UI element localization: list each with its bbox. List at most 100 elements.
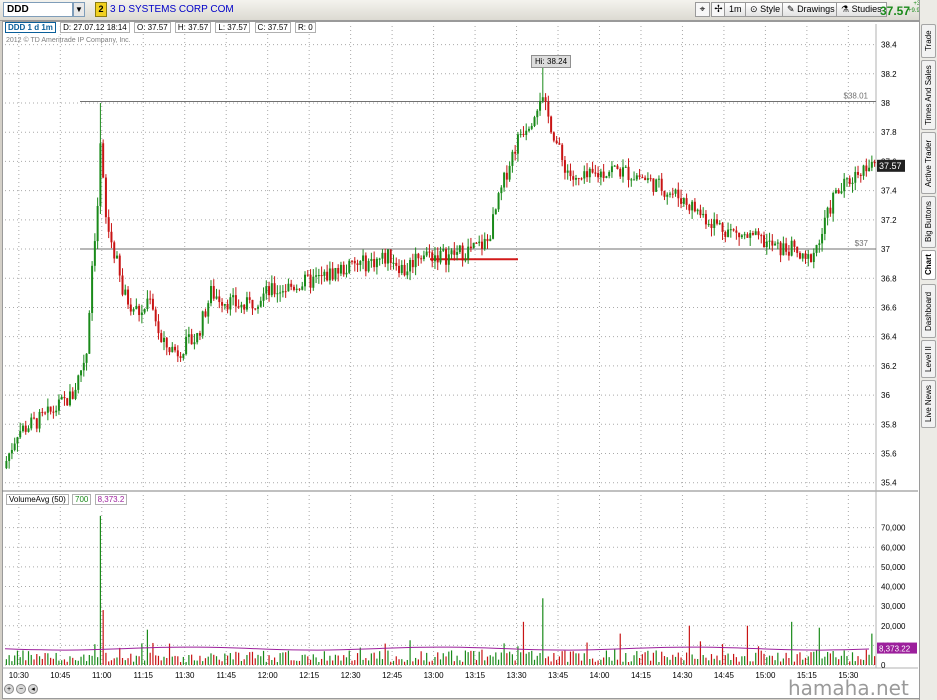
volume-bar: [489, 655, 491, 665]
volume-bar: [594, 661, 596, 665]
volume-bar: [226, 655, 229, 665]
volume-bar: [655, 650, 657, 665]
candle-body: [469, 246, 472, 249]
volume-bar: [177, 656, 179, 665]
tab-active-trader[interactable]: Active Trader: [921, 132, 936, 194]
volume-bar: [30, 654, 32, 665]
candle-body: [536, 110, 539, 118]
candle-body: [447, 254, 450, 265]
tab-dashboard[interactable]: Dashboard: [921, 284, 936, 338]
candle-body: [110, 231, 113, 243]
volume-bar: [8, 655, 10, 665]
candle-body: [248, 297, 251, 300]
volume-bar: [697, 659, 699, 665]
volume-bar: [88, 654, 90, 665]
price-volume-chart[interactable]: 35.4 35.6 35.8 36 36.2 36.4 36.6 36.8 37 37.2 37.4…: [0, 0, 919, 700]
low-readout: L: 37.57: [215, 22, 251, 33]
candle-body: [326, 271, 329, 281]
candle-body: [848, 178, 851, 185]
candle-body: [251, 299, 254, 309]
candle-body: [566, 170, 569, 173]
fit-icon[interactable]: ◂: [28, 684, 38, 694]
candle-body: [757, 231, 760, 236]
candle-body: [657, 178, 660, 180]
volume-bar: [663, 656, 666, 665]
volume-bar: [564, 650, 566, 665]
candle-body: [458, 245, 461, 253]
candle-body: [140, 312, 143, 316]
zoom-out-icon[interactable]: −: [16, 684, 26, 694]
volume-bar: [434, 656, 436, 665]
copyright-text: 2012 © TD Ameritrade IP Company, Inc.: [6, 37, 131, 44]
volume-bar: [384, 643, 386, 665]
volume-bar: [268, 655, 270, 665]
volume-bar: [157, 655, 160, 665]
candle-body: [439, 250, 442, 263]
volume-bar: [215, 656, 218, 665]
volume-bar: [578, 653, 580, 665]
candle-body: [55, 410, 58, 413]
candle-body: [334, 267, 337, 280]
candle-body: [586, 171, 589, 178]
study-name[interactable]: VolumeAvg (50): [6, 494, 69, 505]
candle-body: [550, 116, 553, 133]
volume-bar: [497, 659, 500, 665]
candle-body: [674, 189, 677, 194]
volume-bar: [741, 656, 743, 665]
candle-body: [77, 375, 80, 390]
candle-body: [641, 176, 644, 178]
tab-level-ii[interactable]: Level II: [921, 340, 936, 378]
price-tick-label: 36: [881, 391, 890, 400]
candle-body: [176, 350, 179, 357]
candle-body: [82, 362, 85, 371]
candle-body: [320, 275, 323, 277]
candle-body: [381, 252, 384, 259]
volume-bar: [315, 657, 317, 665]
tab-trade[interactable]: Trade: [921, 24, 936, 58]
zoom-in-icon[interactable]: +: [4, 684, 14, 694]
volume-bar: [439, 659, 442, 665]
candle-body: [398, 265, 401, 274]
candle-body: [696, 209, 699, 212]
volume-bar: [799, 652, 801, 665]
candle-body: [151, 298, 154, 310]
volume-bar: [426, 652, 428, 665]
candle-body: [121, 275, 124, 295]
volume-bar: [97, 657, 99, 665]
volume-bar: [636, 651, 638, 665]
candle-body: [132, 309, 135, 312]
candle-body: [716, 219, 719, 224]
candle-body: [796, 246, 799, 253]
volume-bar: [345, 657, 348, 665]
volume-bar: [359, 647, 361, 665]
candle-body: [146, 298, 149, 310]
volume-bar: [591, 658, 594, 665]
time-tick-label: 12:00: [258, 671, 279, 680]
volume-bar: [141, 643, 143, 665]
candle-body: [273, 283, 276, 295]
price-tick-label: 36.4: [881, 333, 897, 342]
volume-bar: [475, 660, 478, 665]
candle-body: [268, 286, 271, 296]
candle-body: [420, 258, 423, 260]
candle-body: [265, 286, 268, 294]
tab-live-news[interactable]: Live News: [921, 380, 936, 428]
tab-chart[interactable]: Chart: [921, 250, 936, 280]
volume-bar: [567, 661, 569, 665]
candle-body: [754, 231, 757, 235]
candle-body: [483, 238, 486, 249]
candle-body: [804, 253, 807, 259]
symbol-tag[interactable]: DDD 1 d 1m: [5, 22, 56, 33]
volume-bar: [846, 656, 848, 665]
volume-bar: [332, 660, 334, 665]
candle-body: [461, 245, 464, 261]
volume-bar: [406, 659, 408, 665]
candle-body: [580, 178, 583, 180]
tab-times-and-sales[interactable]: Times And Sales: [921, 60, 936, 130]
volume-bar: [732, 653, 735, 665]
candle-body: [613, 165, 616, 167]
price-tick-label: 38.4: [881, 41, 897, 50]
tab-big-buttons[interactable]: Big Buttons: [921, 196, 936, 248]
volume-bar: [661, 651, 663, 665]
candle-body: [646, 178, 649, 181]
